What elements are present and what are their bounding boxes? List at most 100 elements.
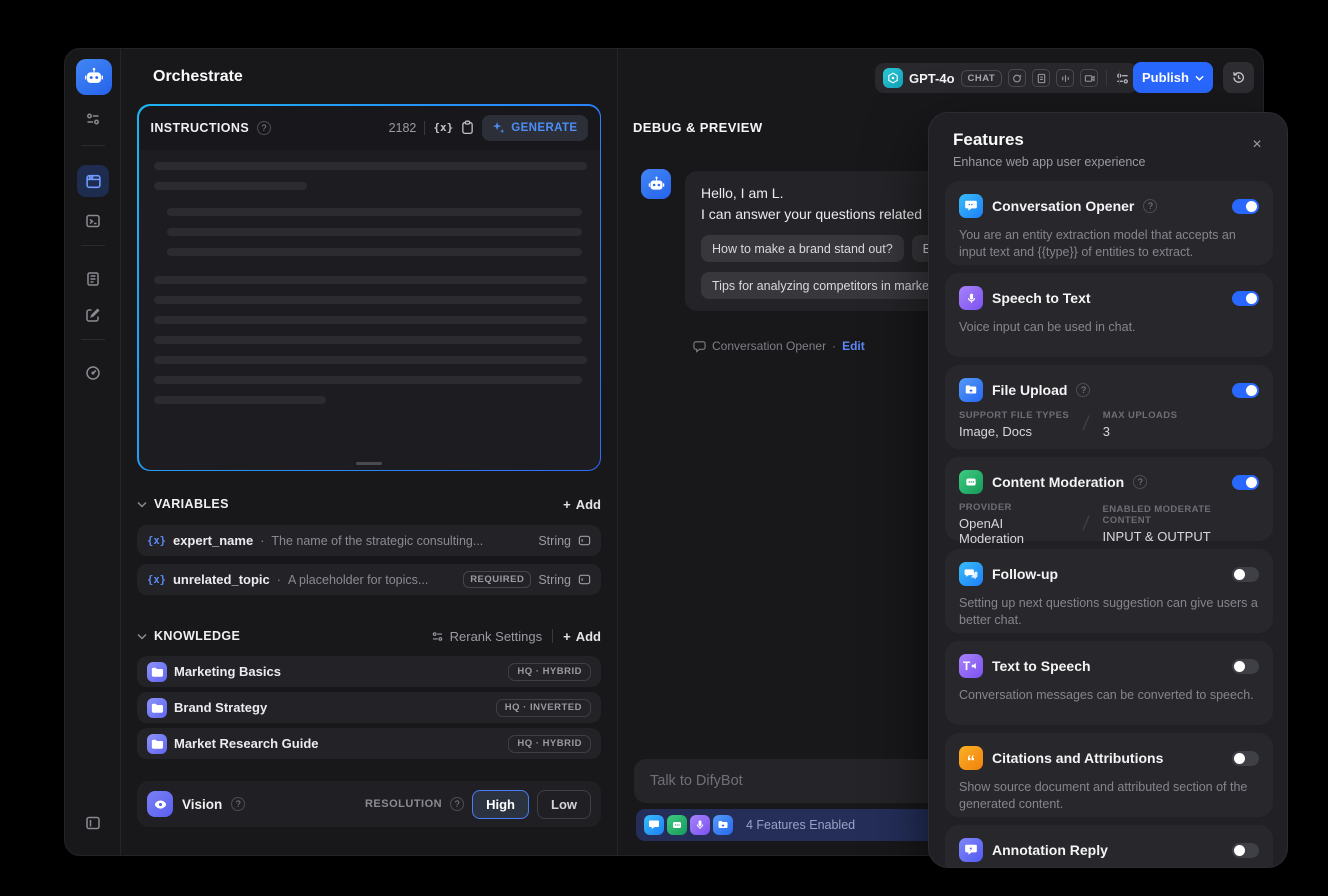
quote-glyph: “ xyxy=(966,751,976,771)
model-params-button[interactable] xyxy=(1115,71,1130,86)
chat-bubble-icon xyxy=(693,340,706,353)
help-icon[interactable]: ? xyxy=(1133,475,1148,489)
help-icon[interactable]: ? xyxy=(1076,383,1091,397)
sidebar-divider xyxy=(81,245,105,246)
add-label: Add xyxy=(575,496,601,512)
add-label: Add xyxy=(575,628,601,644)
citations-toggle[interactable] xyxy=(1232,750,1259,766)
variable-description: The name of the strategic consulting... xyxy=(271,533,484,548)
feature-card-citations: “ Citations and Attributions Show source… xyxy=(945,733,1273,817)
resize-handle[interactable] xyxy=(356,461,382,465)
setting-value: OpenAI Moderation xyxy=(959,516,1025,546)
collapse-sidebar-button[interactable] xyxy=(77,807,109,839)
sidebar-item-monitoring[interactable] xyxy=(77,357,109,389)
knowledge-badge: HQ · INVERTED xyxy=(495,698,591,717)
model-selector[interactable]: GPT-4o CHAT xyxy=(875,63,1139,93)
openai-logo-icon xyxy=(883,68,903,88)
variable-name: unrelated_topic xyxy=(172,572,270,587)
generate-button[interactable]: GENERATE xyxy=(482,114,588,141)
document-capability-icon xyxy=(1032,69,1051,87)
close-icon[interactable]: × xyxy=(1247,135,1267,155)
variable-type: String xyxy=(538,572,571,587)
suggested-question-chip[interactable]: How to make a brand stand out? xyxy=(701,235,904,262)
insert-variable-button[interactable]: {x} xyxy=(433,121,453,134)
speech-to-text-icon xyxy=(690,815,710,835)
feature-title: Annotation Reply xyxy=(992,842,1108,858)
sidebar-item-terminal[interactable] xyxy=(77,205,109,237)
app-logo[interactable] xyxy=(76,59,112,95)
skeleton-line xyxy=(153,181,307,190)
variable-row[interactable]: {x} unrelated_topic · A placeholder for … xyxy=(137,564,601,595)
input-field-icon xyxy=(578,535,591,546)
sliders-icon xyxy=(87,113,99,125)
follow-up-toggle[interactable] xyxy=(1232,566,1259,582)
resolution-low-button[interactable]: Low xyxy=(537,789,591,819)
copy-button[interactable] xyxy=(461,120,474,135)
feature-card-content-moderation: Content Moderation ? PROVIDER OpenAI Mod… xyxy=(945,457,1273,546)
instructions-editor[interactable] xyxy=(139,150,600,404)
setting-label: PROVIDER xyxy=(959,502,1012,513)
annotation-reply-toggle[interactable] xyxy=(1232,842,1259,858)
variables-label: VARIABLES xyxy=(154,497,229,511)
variable-row[interactable]: {x} expert_name · The name of the strate… xyxy=(137,525,601,556)
speech-to-text-toggle[interactable] xyxy=(1232,290,1259,306)
chevron-down-icon xyxy=(1195,75,1204,81)
knowledge-folder-icon xyxy=(147,733,167,754)
sidebar-item-logs[interactable] xyxy=(77,263,109,295)
knowledge-row[interactable]: Market Research Guide HQ · HYBRID xyxy=(137,728,601,759)
divider xyxy=(617,49,618,855)
content-moderation-toggle[interactable] xyxy=(1232,474,1259,490)
version-history-button[interactable] xyxy=(1223,62,1254,93)
sidebar-item-settings[interactable] xyxy=(77,103,109,135)
chevron-down-icon[interactable] xyxy=(137,501,147,508)
help-icon[interactable]: ? xyxy=(231,797,246,811)
help-icon[interactable]: ? xyxy=(1143,199,1158,213)
text-to-speech-toggle[interactable] xyxy=(1232,658,1259,674)
feature-title: Conversation Opener xyxy=(992,198,1135,214)
publish-button[interactable]: Publish xyxy=(1133,62,1213,93)
help-icon[interactable]: ? xyxy=(450,797,465,811)
sidebar-divider xyxy=(81,145,105,146)
skeleton-line xyxy=(153,275,587,284)
sidebar-item-orchestrate[interactable] xyxy=(77,165,109,197)
sidebar-item-annotations[interactable] xyxy=(77,299,109,331)
setting-label: ENABLED MODERATE CONTENT xyxy=(1102,504,1212,526)
knowledge-name: Marketing Basics xyxy=(174,664,281,679)
follow-up-icon xyxy=(959,562,983,586)
suggested-question-chip[interactable]: Tips for analyzing competitors in market xyxy=(701,272,944,299)
edit-opener-link[interactable]: Edit xyxy=(842,339,865,353)
sparkle-icon xyxy=(493,121,505,134)
vision-label: Vision xyxy=(182,796,223,812)
generate-label: GENERATE xyxy=(511,121,578,134)
bot-avatar xyxy=(641,169,671,199)
knowledge-row[interactable]: Brand Strategy HQ · INVERTED xyxy=(137,692,601,723)
knowledge-row[interactable]: Marketing Basics HQ · HYBRID xyxy=(137,656,601,687)
resolution-high-button[interactable]: High xyxy=(472,789,529,819)
help-icon[interactable]: ? xyxy=(257,120,272,135)
publish-label: Publish xyxy=(1142,70,1189,85)
skeleton-line xyxy=(153,161,587,170)
video-capability-icon xyxy=(1080,69,1099,87)
chevron-down-icon[interactable] xyxy=(137,633,147,640)
model-name: GPT-4o xyxy=(909,70,955,86)
conversation-opener-icon xyxy=(959,194,983,218)
sidebar-divider xyxy=(81,339,105,340)
edit-icon xyxy=(86,308,100,322)
knowledge-header: KNOWLEDGE Rerank Settings + Add xyxy=(137,625,601,647)
collapse-panel-icon xyxy=(86,816,100,830)
instructions-panel: INSTRUCTIONS ? 2182 {x} GENERATE xyxy=(137,104,601,471)
audio-capability-icon xyxy=(1056,69,1075,87)
add-variable-button[interactable]: + Add xyxy=(563,497,601,512)
feature-title: File Upload xyxy=(992,382,1068,398)
app-window-icon xyxy=(85,174,101,188)
letter-t-glyph: T xyxy=(962,659,971,673)
conversation-opener-toggle[interactable] xyxy=(1232,198,1259,214)
screen: Orchestrate GPT-4o CHAT Publish INSTRUCT… xyxy=(0,0,1328,896)
conversation-opener-icon xyxy=(644,815,664,835)
rerank-settings-button[interactable]: Rerank Settings xyxy=(431,629,542,644)
conversation-opener-note: Conversation Opener · Edit xyxy=(693,339,865,353)
file-upload-toggle[interactable] xyxy=(1232,382,1259,398)
add-knowledge-button[interactable]: + Add xyxy=(563,629,601,644)
char-count: 2182 xyxy=(388,120,417,135)
divider: / xyxy=(1081,413,1091,435)
